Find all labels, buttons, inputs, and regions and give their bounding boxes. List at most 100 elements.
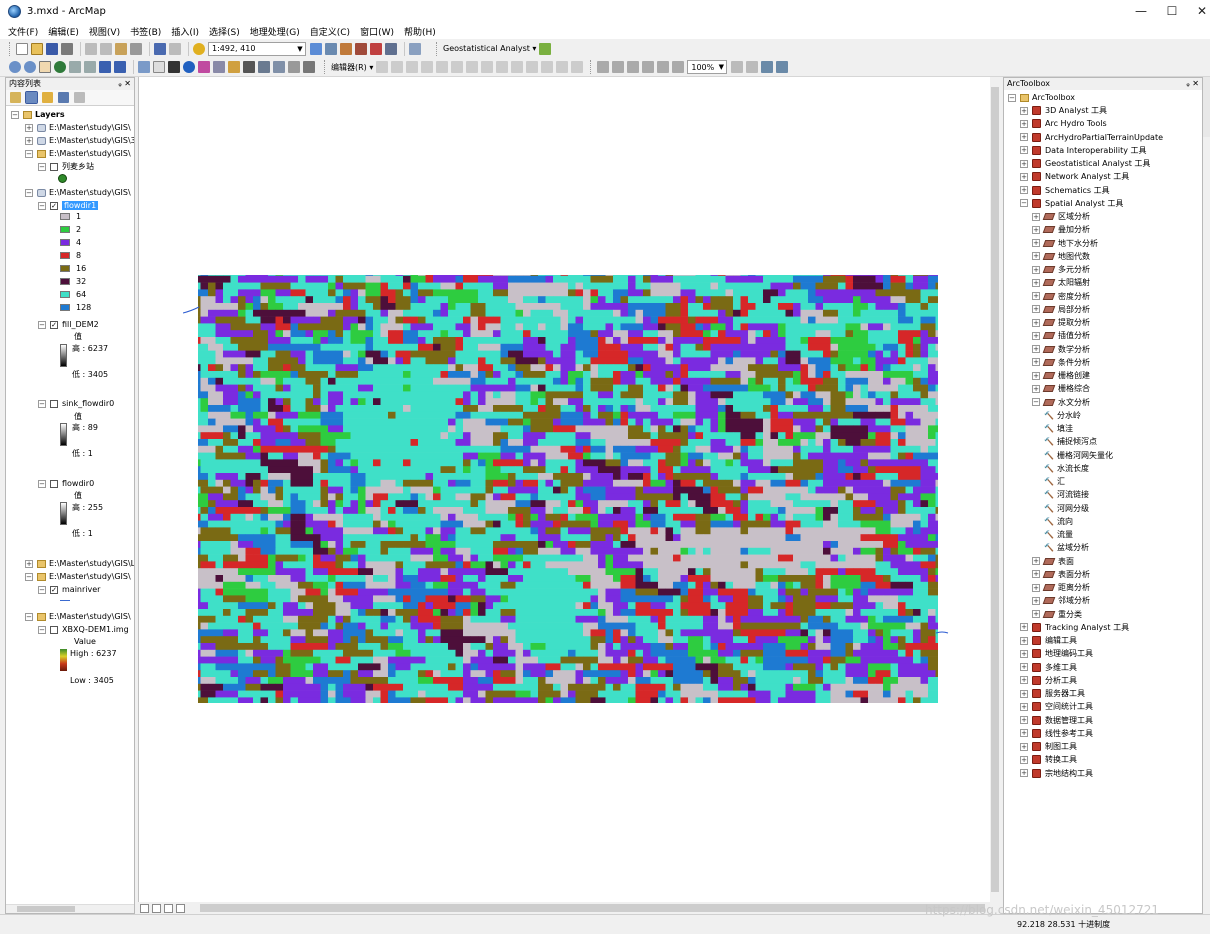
- visibility-checkbox[interactable]: [50, 399, 58, 408]
- back-extent-icon[interactable]: [99, 61, 111, 73]
- search-window-icon[interactable]: [385, 42, 397, 55]
- edit-annotation-icon[interactable]: [391, 61, 404, 73]
- menu-file[interactable]: 文件(F): [8, 25, 38, 38]
- add-data-icon[interactable]: [193, 42, 205, 55]
- toc-group-3[interactable]: − E:\Master\study\GIS\: [25, 148, 131, 159]
- toc-group-7[interactable]: − E:\Master\study\GIS\: [25, 611, 131, 622]
- maximize-button[interactable]: ☐: [1157, 0, 1187, 23]
- map-scale-combo[interactable]: 1:492, 410 ▼: [208, 41, 306, 56]
- create-viewer-window-icon[interactable]: [303, 61, 315, 73]
- layer-flowdir0[interactable]: − flowdir0: [38, 478, 94, 489]
- cut-polygons-icon[interactable]: [496, 61, 509, 73]
- list-by-visibility-icon[interactable]: [42, 92, 53, 103]
- layer-xbxq-dem1[interactable]: − XBXQ-DEM1.img: [38, 624, 129, 635]
- list-by-selection-icon[interactable]: [58, 92, 69, 103]
- change-layout-icon[interactable]: [761, 61, 774, 73]
- menu-selection[interactable]: 选择(S): [209, 25, 240, 38]
- zoom-whole-page-icon[interactable]: [642, 61, 655, 73]
- visibility-checkbox[interactable]: [50, 479, 58, 488]
- menu-customize[interactable]: 自定义(C): [310, 25, 350, 38]
- menu-help[interactable]: 帮助(H): [404, 25, 436, 38]
- rotate-icon[interactable]: [526, 61, 539, 73]
- list-by-source-icon[interactable]: [25, 91, 38, 104]
- delete-icon[interactable]: [130, 42, 142, 55]
- menu-view[interactable]: 视图(V): [89, 25, 120, 38]
- create-features-icon[interactable]: [571, 61, 584, 73]
- pin-close-icon[interactable]: ᵩ ✕: [118, 78, 131, 90]
- undo-icon[interactable]: [154, 42, 166, 55]
- layer-fill-dem2[interactable]: − ✓ fill_DEM2: [38, 319, 99, 330]
- time-slider-icon[interactable]: [288, 61, 300, 73]
- layout-zoom-combo[interactable]: 100% ▼: [687, 60, 728, 74]
- zoom-100-icon[interactable]: [657, 61, 670, 73]
- toc-group-5[interactable]: + E:\Master\study\GIS\L: [25, 558, 134, 569]
- go-to-xy-icon[interactable]: [273, 61, 285, 73]
- fixed-zoom-out-icon[interactable]: [84, 61, 96, 73]
- layer-sink-flowdir0[interactable]: − sink_flowdir0: [38, 398, 114, 409]
- visibility-checkbox[interactable]: [50, 625, 58, 634]
- toc-options-icon[interactable]: [74, 92, 85, 103]
- hyperlink-icon[interactable]: [198, 61, 210, 73]
- toc-group-1[interactable]: + E:\Master\study\GIS\: [25, 122, 131, 133]
- print-icon[interactable]: [61, 42, 73, 55]
- reshape-icon[interactable]: [481, 61, 494, 73]
- menu-edit[interactable]: 编辑(E): [48, 25, 79, 38]
- find-route-icon[interactable]: [258, 61, 270, 73]
- list-by-drawing-order-icon[interactable]: [10, 92, 21, 103]
- html-popup-icon[interactable]: [213, 61, 225, 73]
- layers-node[interactable]: − Layers: [11, 109, 65, 120]
- layout-zoom-out-icon[interactable]: [612, 61, 625, 73]
- pan-hand-icon[interactable]: [39, 61, 51, 73]
- select-features-icon[interactable]: [138, 61, 150, 73]
- toc-group-4[interactable]: − E:\Master\study\GIS\: [25, 187, 131, 198]
- visibility-checkbox[interactable]: [50, 162, 58, 171]
- select-elements-icon[interactable]: [168, 61, 180, 73]
- toc-horizontal-scrollbar[interactable]: [6, 904, 134, 913]
- edit-vertices-icon[interactable]: [466, 61, 479, 73]
- focus-data-frame-icon[interactable]: [746, 61, 759, 73]
- menu-windows[interactable]: 窗口(W): [360, 25, 394, 38]
- point-icon[interactable]: [451, 61, 464, 73]
- layout-zoom-in-icon[interactable]: [597, 61, 610, 73]
- fixed-zoom-in-icon[interactable]: [69, 61, 81, 73]
- full-extent-icon[interactable]: [54, 61, 66, 73]
- layer-mainriver[interactable]: − ✓ mainriver: [38, 584, 100, 595]
- visibility-checkbox[interactable]: ✓: [50, 320, 58, 329]
- layer-lieshaixiang[interactable]: − 列麦乡站: [38, 161, 94, 172]
- attributes-icon[interactable]: [541, 61, 554, 73]
- model-builder-icon[interactable]: [409, 42, 421, 55]
- forward-extent-icon[interactable]: [114, 61, 126, 73]
- layout-back-icon[interactable]: [672, 61, 685, 73]
- straight-segment-icon[interactable]: [406, 61, 419, 73]
- editor-toolbar-icon[interactable]: [310, 42, 322, 55]
- clear-selection-icon[interactable]: [153, 61, 165, 73]
- visibility-checkbox[interactable]: ✓: [50, 585, 58, 594]
- open-folder-icon[interactable]: [31, 42, 43, 55]
- endpoint-arc-icon[interactable]: [421, 61, 434, 73]
- map-view[interactable]: [138, 77, 990, 902]
- toc-group-6[interactable]: − E:\Master\study\GIS\: [25, 571, 131, 582]
- table-of-contents-icon[interactable]: [325, 42, 337, 55]
- data-driven-pages-icon[interactable]: [776, 61, 789, 73]
- save-icon[interactable]: [46, 42, 58, 55]
- menu-bookmarks[interactable]: 书签(B): [130, 25, 161, 38]
- visibility-checkbox[interactable]: ✓: [50, 201, 58, 210]
- geostatistical-analyst-menu[interactable]: Geostatistical Analyst ▾: [443, 44, 536, 53]
- find-icon[interactable]: [243, 61, 255, 73]
- cut-icon[interactable]: [85, 42, 97, 55]
- edit-tool-icon[interactable]: [376, 61, 389, 73]
- editor-menu[interactable]: 编辑器(R) ▾: [331, 62, 373, 73]
- minimize-button[interactable]: —: [1126, 0, 1156, 23]
- geostat-wizard-icon[interactable]: [539, 42, 552, 55]
- zoom-in-icon[interactable]: [9, 61, 21, 73]
- redo-icon[interactable]: [169, 42, 181, 55]
- arctoolbox-icon[interactable]: [355, 42, 367, 55]
- measure-icon[interactable]: [228, 61, 240, 73]
- close-button[interactable]: ✕: [1187, 0, 1210, 23]
- toolbar-grip[interactable]: [9, 41, 12, 56]
- toggle-draft-mode-icon[interactable]: [731, 61, 744, 73]
- identify-icon[interactable]: [183, 61, 195, 73]
- split-icon[interactable]: [511, 61, 524, 73]
- catalog-icon[interactable]: [340, 42, 352, 55]
- python-window-icon[interactable]: [370, 42, 382, 55]
